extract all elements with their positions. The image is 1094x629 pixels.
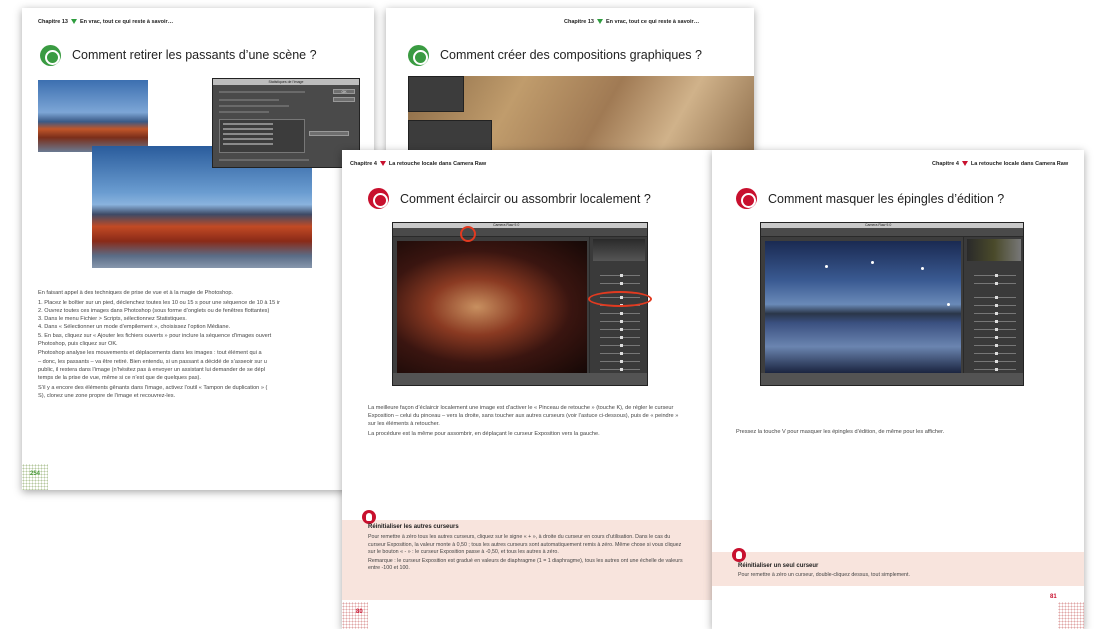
page-title: Comment retirer les passants d’une scène… xyxy=(72,48,317,62)
exposure-slider-highlight xyxy=(588,291,652,307)
brush-tool-highlight xyxy=(460,226,476,242)
chapter-number: Chapitre 4 xyxy=(932,161,959,167)
chapter-marker-icon xyxy=(961,161,968,167)
tip-body: Pour remettre à zéro tous les autres cur… xyxy=(368,534,683,571)
dialog-cancel-button[interactable] xyxy=(333,97,355,102)
toolbar xyxy=(393,228,647,237)
edit-pin[interactable] xyxy=(825,265,828,268)
layers-panel xyxy=(408,76,464,112)
page-title: Comment éclaircir ou assombrir localemen… xyxy=(400,192,651,206)
chapter-marker-icon xyxy=(596,19,603,25)
page-back-right: Chapitre 13 En vrac, tout ce qui reste à … xyxy=(386,8,754,158)
histogram xyxy=(967,239,1021,261)
page-corner-pattern xyxy=(22,464,48,490)
dialog-title: Statistiques de l'image xyxy=(213,79,359,85)
toolbar xyxy=(761,228,1023,237)
page-title: Comment masquer les épingles d’édition ? xyxy=(768,192,1005,206)
body-text: En faisant appel à des techniques de pri… xyxy=(38,290,280,399)
tip-icon xyxy=(732,548,746,562)
page-number: 81 xyxy=(1050,594,1057,600)
chapter-marker-icon xyxy=(379,161,386,167)
chapter-title: La retouche locale dans Camera Raw xyxy=(388,161,487,167)
chapter-number: Chapitre 13 xyxy=(38,19,68,25)
photo-canvas xyxy=(765,241,961,373)
edit-pin[interactable] xyxy=(947,303,950,306)
dialog-ok-button[interactable]: OK xyxy=(333,89,355,94)
histogram xyxy=(593,239,645,261)
section-logo-icon xyxy=(368,188,389,209)
section-logo-icon xyxy=(408,45,429,66)
chapter-title: En vrac, tout ce qui reste à savoir… xyxy=(605,19,700,25)
chapter-title: La retouche locale dans Camera Raw xyxy=(970,161,1069,167)
status-bar xyxy=(761,373,1023,385)
chapter-number: Chapitre 13 xyxy=(564,19,594,25)
image-statistics-dialog: Statistiques de l'image OK xyxy=(212,78,360,168)
tip-title: Réinitialiser un seul curseur xyxy=(738,563,819,569)
edit-pin[interactable] xyxy=(871,261,874,264)
stadium-photo-small xyxy=(38,80,148,152)
chapter-title: En vrac, tout ce qui reste à savoir… xyxy=(79,19,174,25)
page-number: 80 xyxy=(356,609,363,615)
page-title: Comment créer des compositions graphique… xyxy=(440,48,702,62)
body-text: Pressez la touche V pour masquer les épi… xyxy=(736,429,945,435)
tip-box xyxy=(712,552,1084,586)
section-logo-icon xyxy=(736,188,757,209)
page-81: Chapitre 4 La retouche locale dans Camera… xyxy=(712,150,1084,629)
chapter-marker-icon xyxy=(70,19,77,25)
add-open-files-button[interactable] xyxy=(309,131,349,136)
body-text: La meilleure façon d’éclaircir localemen… xyxy=(368,405,679,438)
section-logo-icon xyxy=(40,45,61,66)
camera-raw-window: Camera Raw 9.0 xyxy=(760,222,1024,386)
edit-pin[interactable] xyxy=(921,267,924,270)
page-80: Chapitre 4 La retouche locale dans Camera… xyxy=(342,150,712,629)
adjustment-panel xyxy=(963,237,1023,373)
tip-icon xyxy=(362,510,376,524)
page-corner-pattern xyxy=(1058,602,1084,629)
chapter-header: Chapitre 13 En vrac, tout ce qui reste à … xyxy=(38,19,173,25)
chapter-header: Chapitre 13 En vrac, tout ce qui reste à … xyxy=(564,19,699,25)
page-254: Chapitre 13 En vrac, tout ce qui reste à … xyxy=(22,8,374,490)
photo-canvas xyxy=(397,241,587,373)
page-corner-pattern xyxy=(342,602,368,629)
tip-title: Réinitialiser les autres curseurs xyxy=(368,524,459,530)
page-number: 254 xyxy=(30,471,41,477)
status-bar xyxy=(393,373,647,385)
chapter-number: Chapitre 4 xyxy=(350,161,377,167)
tip-body: Pour remettre à zéro un curseur, double-… xyxy=(738,572,910,578)
chapter-header: Chapitre 4 La retouche locale dans Camera… xyxy=(350,161,486,167)
chapter-header: Chapitre 4 La retouche locale dans Camera… xyxy=(932,161,1068,167)
